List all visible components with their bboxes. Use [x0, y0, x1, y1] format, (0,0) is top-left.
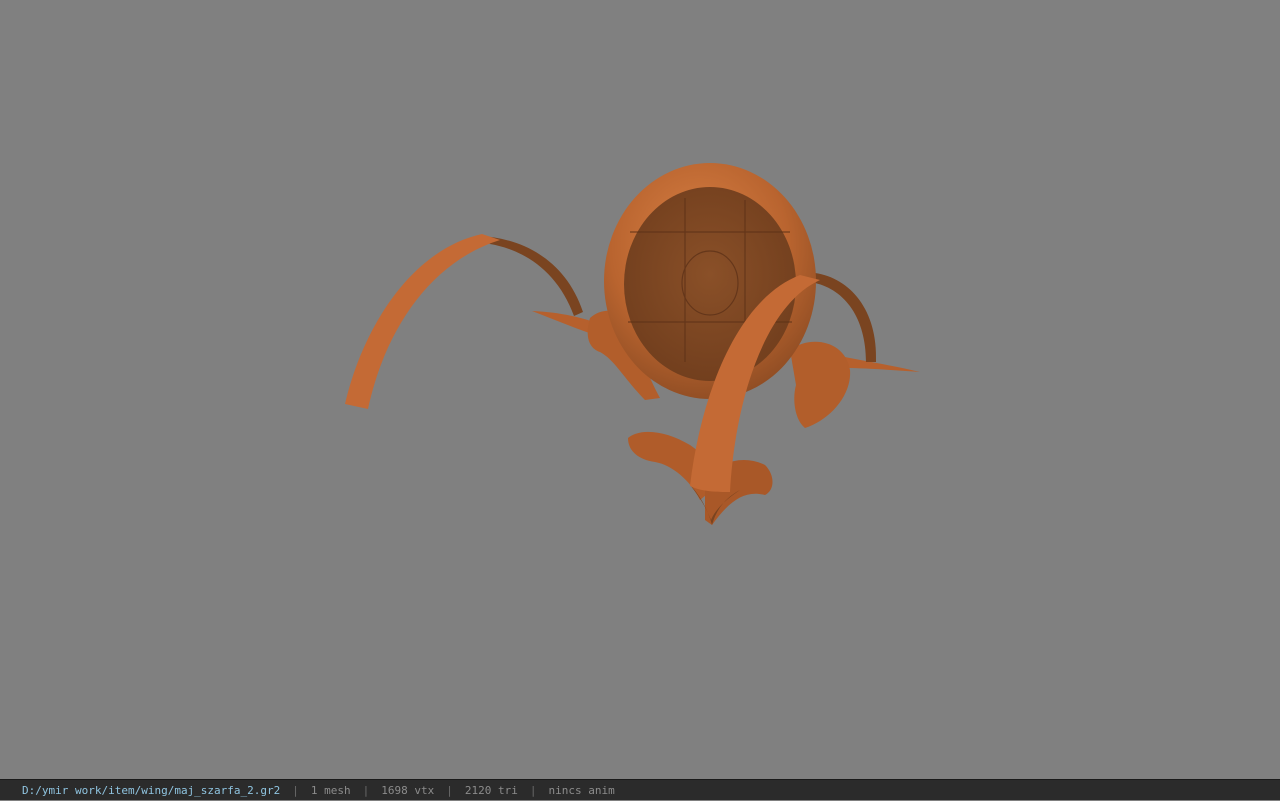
right-spike [840, 356, 920, 372]
left-ribbon-front [345, 234, 500, 409]
anim-status: nincs anim [548, 784, 615, 797]
vertex-count: 1698 vtx [381, 784, 435, 797]
3d-viewport[interactable] [0, 0, 1280, 779]
separator: | [292, 784, 299, 797]
left-ribbon-back [480, 236, 583, 316]
separator: | [362, 784, 370, 797]
right-claw [790, 341, 851, 428]
status-bar: D:/ymir work/item/wing/maj_szarfa_2.gr2 |… [0, 779, 1280, 800]
wing-model-render [345, 163, 920, 525]
triangle-count: 2120 tri [464, 784, 518, 797]
file-path: D:/ymir work/item/wing/maj_szarfa_2.gr2 [22, 784, 281, 797]
separator: | [529, 784, 537, 797]
inner-disc [624, 187, 796, 381]
separator: | [446, 784, 453, 797]
mesh-count: 1 mesh [310, 784, 351, 797]
